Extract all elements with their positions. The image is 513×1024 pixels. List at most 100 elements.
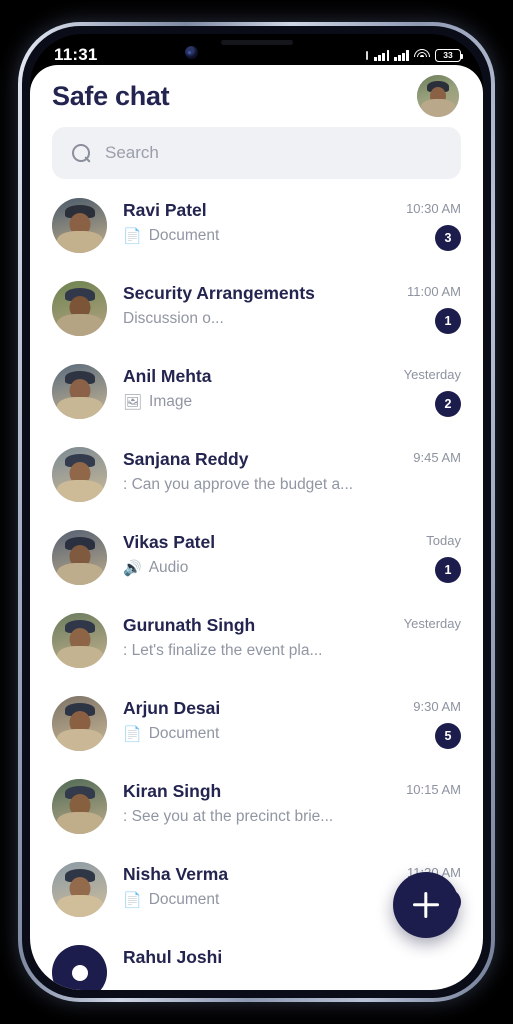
chat-avatar[interactable]: [52, 779, 107, 834]
chat-avatar[interactable]: [52, 281, 107, 336]
chat-list-item[interactable]: Sanjana Reddy : Can you approve the budge…: [52, 444, 461, 527]
chat-preview: 🔊 Audio: [123, 559, 367, 578]
chat-preview-text: Document: [148, 891, 220, 909]
chat-item-content: Rahul Joshi: [123, 942, 367, 967]
profile-avatar[interactable]: [417, 75, 459, 117]
front-camera: [184, 46, 198, 59]
avatar-image: [52, 779, 107, 834]
chat-avatar[interactable]: [52, 447, 107, 502]
chat-list-item[interactable]: Anil Mehta 🖼 Image Yesterday 2: [52, 361, 461, 444]
chat-name: Arjun Desai: [123, 698, 221, 718]
phone-screen: 11:31 33 Safe chat Search Ravi Patel 📄 D…: [30, 34, 483, 990]
chat-list: Ravi Patel 📄 Document 10:30 AM 3 Security Arr…: [30, 195, 483, 990]
chat-item-content: Gurunath Singh : Let's finalize the event…: [123, 610, 367, 661]
chat-preview-text: : Can you approve the budget a...: [123, 476, 354, 494]
chat-name: Anil Mehta: [123, 366, 212, 386]
chat-avatar[interactable]: [52, 613, 107, 668]
chat-list-item[interactable]: Security Arrangements Discussion o... 11:0…: [52, 278, 461, 361]
chat-name: Vikas Patel: [123, 532, 216, 552]
chat-list-item[interactable]: Rahul Joshi: [52, 942, 461, 990]
search-input[interactable]: Search: [52, 127, 461, 179]
avatar-image: [52, 198, 107, 253]
chat-item-meta: 10:30 AM 3: [383, 195, 461, 251]
chat-avatar[interactable]: [52, 696, 107, 751]
image-icon: 🖼: [123, 393, 143, 411]
chat-item-content: Arjun Desai 📄 Document: [123, 693, 367, 744]
phone-frame: 11:31 33 Safe chat Search Ravi Patel 📄 D…: [18, 22, 495, 1002]
chat-avatar[interactable]: [52, 364, 107, 419]
search-icon: [72, 143, 91, 163]
chat-list-item[interactable]: Vikas Patel 🔊 Audio Today 1: [52, 527, 461, 610]
chat-list-item[interactable]: Gurunath Singh : Let's finalize the event…: [52, 610, 461, 693]
chat-timestamp: 10:30 AM: [406, 201, 461, 216]
search-placeholder: Search: [105, 143, 159, 162]
chat-name: Sanjana Reddy: [123, 449, 249, 469]
chat-list-item[interactable]: Kiran Singh : See you at the precinct bri…: [52, 776, 461, 859]
chat-preview: : Can you approve the budget a...: [123, 476, 367, 495]
document-icon: 📄: [123, 227, 142, 245]
chat-preview-text: : Let's finalize the event pla...: [123, 642, 323, 660]
chat-name: Kiran Singh: [123, 781, 222, 801]
chat-timestamp: 10:15 AM: [406, 782, 461, 797]
chat-item-meta: 9:30 AM 5: [383, 693, 461, 749]
chat-preview-text: Discussion o...: [123, 310, 224, 328]
chat-item-content: Anil Mehta 🖼 Image: [123, 361, 367, 412]
chat-preview: 📄 Document: [123, 725, 367, 744]
app-surface: Safe chat Search Ravi Patel 📄 Document 1…: [30, 65, 483, 990]
avatar-image: [52, 364, 107, 419]
signal-icon-2: [394, 49, 409, 61]
chat-preview: : Let's finalize the event pla...: [123, 642, 367, 661]
chat-item-content: Security Arrangements Discussion o...: [123, 278, 367, 329]
chat-name: Security Arrangements: [123, 283, 315, 303]
wifi-icon: [414, 49, 430, 61]
chat-item-content: Nisha Verma 📄 Document: [123, 859, 367, 910]
chat-timestamp: 9:30 AM: [413, 699, 461, 714]
new-chat-fab[interactable]: [393, 872, 459, 938]
chat-list-item[interactable]: Ravi Patel 📄 Document 10:30 AM 3: [52, 195, 461, 278]
chat-item-content: Ravi Patel 📄 Document: [123, 195, 367, 246]
chat-timestamp: 11:00 AM: [407, 284, 461, 299]
battery-icon: 33: [435, 48, 464, 62]
chat-avatar[interactable]: [52, 198, 107, 253]
chat-item-meta: 10:15 AM: [383, 776, 461, 832]
chat-item-meta: [383, 942, 461, 983]
chat-preview: Discussion o...: [123, 310, 367, 329]
chat-name: Rahul Joshi: [123, 947, 223, 967]
document-icon: 📄: [123, 725, 142, 743]
unread-badge: 5: [435, 723, 461, 749]
phone-bezel: 11:31 33 Safe chat Search Ravi Patel 📄 D…: [22, 26, 491, 998]
chat-name: Nisha Verma: [123, 864, 229, 884]
chat-preview-text: Document: [148, 227, 220, 245]
avatar-image: [52, 613, 107, 668]
chat-item-content: Vikas Patel 🔊 Audio: [123, 527, 367, 578]
chat-name: Ravi Patel: [123, 200, 207, 220]
unread-badge: 1: [435, 308, 461, 334]
page-title: Safe chat: [52, 80, 170, 111]
sim-indicator-icon: [366, 50, 369, 60]
chat-preview-text: Audio: [148, 559, 189, 577]
avatar-image: [52, 862, 107, 917]
screenshot-stage: 11:31 33 Safe chat Search Ravi Patel 📄 D…: [0, 0, 513, 1024]
earpiece-speaker: [220, 40, 293, 45]
chat-list-item[interactable]: Arjun Desai 📄 Document 9:30 AM 5: [52, 693, 461, 776]
avatar-image: [417, 75, 459, 117]
chat-avatar[interactable]: [52, 945, 107, 990]
chat-item-meta: 11:00 AM 1: [383, 278, 461, 334]
chat-timestamp: 9:45 AM: [413, 450, 461, 465]
chat-timestamp: Yesterday: [403, 616, 461, 631]
chat-avatar[interactable]: [52, 862, 107, 917]
unread-badge: 1: [435, 557, 461, 583]
avatar-image: [52, 696, 107, 751]
avatar-image: [52, 281, 107, 336]
chat-preview: 🖼 Image: [123, 393, 367, 412]
chat-item-meta: Yesterday 2: [383, 361, 461, 417]
chat-name: Gurunath Singh: [123, 615, 256, 635]
signal-icon-1: [374, 49, 390, 61]
chat-preview-text: Document: [148, 725, 220, 743]
chat-avatar[interactable]: [52, 530, 107, 585]
document-icon: 📄: [123, 891, 142, 909]
chat-item-content: Kiran Singh : See you at the precinct bri…: [123, 776, 367, 827]
chat-item-meta: 9:45 AM: [383, 444, 461, 500]
chat-preview-text: : See you at the precinct brie...: [123, 808, 334, 826]
notch: [158, 34, 355, 65]
